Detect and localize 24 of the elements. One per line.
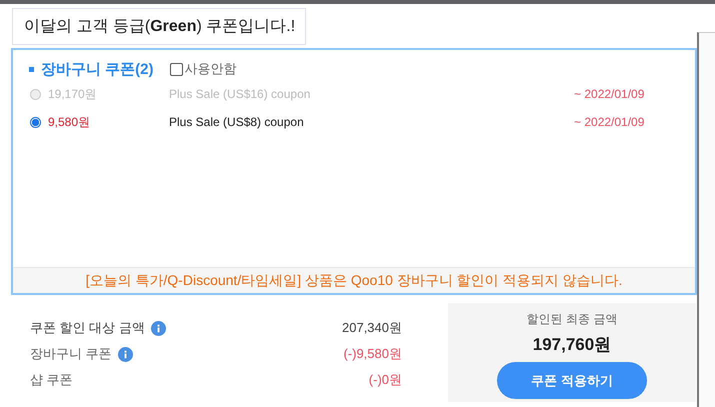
coupon-expiry: ~ 2022/01/09 xyxy=(574,115,644,129)
summary-label: 샵 쿠폰 xyxy=(30,371,73,389)
notice-text: [오늘의 특가/Q-Discount/타임세일] 상품은 Qoo10 장바구니 할인이 적용되지 않습니다. xyxy=(13,267,695,293)
no-use-checkbox[interactable]: 사용안함 xyxy=(170,60,236,78)
coupon-name: Plus Sale (US$16) coupon xyxy=(169,87,312,101)
bullet-icon xyxy=(29,66,34,72)
summary-value: 207,340원 xyxy=(342,319,402,337)
info-icon[interactable] xyxy=(150,320,166,336)
summary-label: 장바구니 쿠폰 xyxy=(30,345,112,363)
summary-label: 쿠폰 할인 대상 금액 xyxy=(30,319,145,337)
coupon-amount: 19,170원 xyxy=(48,86,98,102)
coupon-radio[interactable] xyxy=(30,116,41,128)
section-title: 장바구니 쿠폰(2) xyxy=(41,60,154,78)
summary-value: (-)9,580원 xyxy=(343,345,402,363)
coupon-amount: 9,580원 xyxy=(48,114,92,130)
coupon-name: Plus Sale (US$8) coupon xyxy=(169,115,305,129)
summary-value: (-)0원 xyxy=(368,371,402,389)
coupon-row[interactable]: 9,580원 Plus Sale (US$8) coupon ~ 2022/01/09 xyxy=(29,108,695,136)
grade-title: 이달의 고객 등급(Green) 쿠폰입니다.! xyxy=(12,8,306,45)
apply-coupon-button[interactable]: 쿠폰 적용하기 xyxy=(497,362,647,399)
info-icon[interactable] xyxy=(118,346,133,362)
final-amount: 197,760원 xyxy=(532,334,612,356)
coupon-expiry: ~ 2022/01/09 xyxy=(574,87,644,101)
final-label: 할인된 최종 금액 xyxy=(526,311,618,328)
